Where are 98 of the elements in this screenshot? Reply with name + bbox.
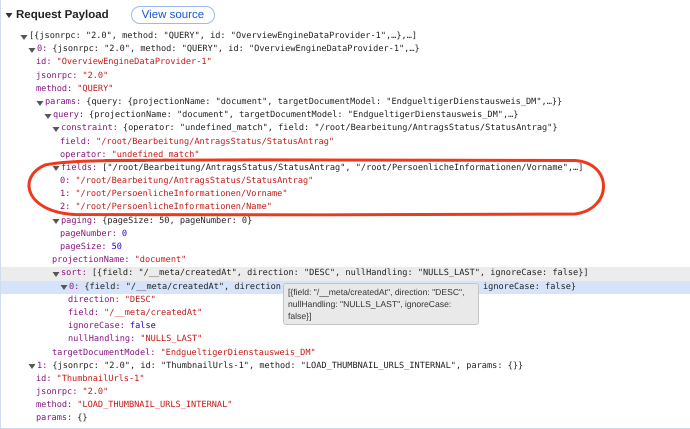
property-key: 0: [69, 280, 80, 294]
property-key: 0: [37, 43, 48, 56]
property-key: id: [36, 56, 52, 70]
tree-row[interactable]: nullHandling: "NULLS_LAST" [1, 333, 202, 346]
property-key: targetDocumentModel: [52, 346, 156, 360]
tree-row[interactable]: id: "ThumbnailUrls-1" [1, 372, 144, 386]
property-key: method: [36, 82, 72, 96]
property-key: 0: [60, 175, 70, 188]
tooltip: [{field: "/__meta/createdAt", direction: "DESC", nullHandling: "NULLS_LAST", ignoreCase: false}] [282, 282, 479, 325]
property-value: "2.0" [82, 70, 108, 83]
tree-row[interactable]: jsonrpc: "2.0" [1, 70, 108, 83]
property-key: operator: [60, 148, 107, 162]
property-value: "QUERY" [77, 82, 114, 96]
property-value: "/root/Bearbeitung/AntragsStatus/StatusAntrag" [96, 136, 334, 148]
tree-row[interactable]: id: "OverviewEngineDataProvider-1" [1, 56, 212, 70]
property-value: "EndgueltigerDienstausweis_DM" [160, 346, 316, 360]
property-key: nullHandling: [68, 333, 136, 347]
property-key: 1: [60, 188, 70, 202]
property-key: paging: [61, 214, 98, 228]
property-value: {} [77, 412, 88, 426]
object-preview: {field: "/__meta/createdAt", direction [84, 280, 281, 294]
tree-row[interactable]: query: {projectionName: "document", targetDocumentModel: "EndgueltigerDienstausweis_DM",…} [1, 109, 518, 122]
expand-arrow-icon[interactable] [44, 112, 52, 120]
property-value: 50 [112, 241, 122, 254]
property-value: 0 [122, 228, 128, 241]
view-source-button[interactable]: View source [130, 6, 216, 24]
tree-row[interactable]: pageSize: 50 [1, 241, 122, 254]
tree-row[interactable]: sort: [{field: "/__meta/createdAt", direction: "DESC", nullHandling: "NULLS_LAST", ignoreCase: false}] [1, 267, 690, 281]
property-key: jsonrpc: [36, 70, 78, 83]
property-key: method: [36, 399, 72, 412]
property-key: params: [36, 412, 72, 426]
object-preview: ignoreCase: false} [482, 280, 576, 294]
tree-row[interactable]: 0: "/root/Bearbeitung/AntragsStatus/StatusAntrag" [1, 175, 314, 188]
object-preview: {jsonrpc: "2.0", id: "ThumbnailUrls-1", method: "LOAD_THUMBNAIL_URLS_INTERNAL", params: {}} [52, 360, 524, 373]
property-key: field: [60, 136, 92, 149]
tree-row[interactable]: paging: {pageSize: 50, pageNumber: 0} [1, 214, 252, 228]
expand-arrow-icon[interactable] [28, 46, 36, 54]
tree-row[interactable]: fields: ["/root/Bearbeitung/AntragsStatus/StatusAntrag", "/root/PersoenlicheInformationen/Vorname",…] [1, 162, 584, 176]
expand-arrow-icon[interactable] [28, 362, 36, 370]
object-preview: {jsonrpc: "2.0", method: "QUERY", id: "OverviewEngineDataProvider-1",…} [52, 43, 420, 56]
tree-row[interactable]: params: {query: {projectionName: "document", targetDocumentModel: "EndgueltigerDienstausweis_DM",…}} [1, 96, 562, 110]
object-preview: {operator: "undefined_match", field: "/root/Bearbeitung/AntragsStatus/StatusAntrag"} [122, 122, 558, 136]
tree-row[interactable]: constraint: {operator: "undefined_match", field: "/root/Bearbeitung/AntragsStatus/StatusAntrag"} [1, 122, 558, 136]
property-key: projectionName: [52, 254, 130, 268]
tree-row[interactable]: field: "/root/Bearbeitung/AntragsStatus/StatusAntrag" [1, 136, 334, 149]
tree-row[interactable]: params: {} [1, 412, 88, 426]
expand-arrow-icon[interactable] [20, 32, 28, 41]
property-value: "2.0" [82, 386, 108, 400]
property-key: 2: [60, 201, 70, 215]
tree-row[interactable]: 1: "/root/PersoenlicheInformationen/Vorname" [1, 188, 288, 202]
tree-row[interactable]: 2: "/root/PersoenlicheInformationen/Name" [1, 201, 272, 215]
property-value: "document" [134, 254, 186, 268]
expand-arrow-icon[interactable] [52, 164, 60, 172]
property-key: 1: [37, 360, 48, 373]
property-value: "/__meta/createdAt" [104, 306, 202, 320]
tree-row[interactable]: jsonrpc: "2.0" [1, 386, 108, 400]
tree-row[interactable]: field: "/__meta/createdAt" [1, 306, 202, 320]
section-title[interactable]: Request Payload [5, 9, 109, 21]
expand-arrow-icon[interactable] [52, 217, 60, 226]
property-value: "/root/Bearbeitung/AntragsStatus/StatusAntrag" [75, 175, 314, 188]
property-key: sort: [61, 267, 87, 281]
object-preview: {projectionName: "document", targetDocumentModel: "EndgueltigerDienstausweis_DM",…} [89, 109, 518, 122]
expand-arrow-icon[interactable] [36, 98, 44, 107]
property-value: "OverviewEngineDataProvider-1" [56, 56, 212, 70]
object-preview: [{field: "/__meta/createdAt", direction: "DESC", nullHandling: "NULLS_LAST", ignoreCase: false}] [92, 267, 589, 280]
property-key: jsonrpc: [36, 386, 78, 400]
expand-arrow-icon[interactable] [52, 270, 60, 278]
property-value: "LOAD_THUMBNAIL_URLS_INTERNAL" [77, 399, 232, 412]
property-key: query: [53, 109, 84, 122]
tree-row[interactable]: method: "QUERY" [1, 82, 114, 96]
object-preview: {query: {projectionName: "document", targetDocumentModel: "EndgueltigerDienstausweis_DM",…}} [86, 96, 562, 109]
tree-row[interactable]: direction: "DESC" [1, 294, 156, 307]
tree-row[interactable]: projectionName: "document" [1, 254, 186, 268]
property-value: "DESC" [124, 294, 156, 307]
expand-arrow-icon [5, 11, 13, 19]
property-value: "ThumbnailUrls-1" [56, 372, 144, 386]
property-key: direction: [68, 294, 120, 307]
property-key: constraint: [61, 122, 118, 136]
property-value: "undefined_match" [112, 148, 200, 162]
tree-row[interactable]: 1: {jsonrpc: "2.0", id: "ThumbnailUrls-1", method: "LOAD_THUMBNAIL_URLS_INTERNAL", params: {}} [1, 360, 524, 373]
tree-row[interactable]: 0: {jsonrpc: "2.0", method: "QUERY", id: "OverviewEngineDataProvider-1",…} [1, 43, 420, 56]
object-preview: {pageSize: 50, pageNumber: 0} [102, 214, 252, 228]
property-key: id: [36, 372, 52, 386]
tree-row[interactable]: operator: "undefined_match" [1, 148, 200, 162]
tree-row[interactable]: method: "LOAD_THUMBNAIL_URLS_INTERNAL" [1, 399, 232, 412]
property-key: pageSize: [60, 241, 107, 254]
tree-row[interactable]: pageNumber: 0 [1, 228, 128, 241]
property-key: fields: [61, 162, 98, 176]
tree-row[interactable]: targetDocumentModel: "EndgueltigerDienstausweis_DM" [1, 346, 316, 360]
expand-arrow-icon[interactable] [60, 283, 68, 292]
property-value: "/root/PersoenlicheInformationen/Name" [75, 201, 272, 214]
property-key: params: [45, 96, 82, 110]
property-key: pageNumber: [60, 228, 117, 242]
property-key: field: [68, 306, 100, 320]
property-value: "/root/PersoenlicheInformationen/Vorname" [75, 188, 288, 202]
expand-arrow-icon[interactable] [52, 124, 60, 133]
object-preview: ["/root/Bearbeitung/AntragsStatus/StatusAntrag", "/root/PersoenlicheInformationen/Vorname",…] [102, 162, 584, 175]
property-value: "NULLS_LAST" [140, 333, 202, 346]
